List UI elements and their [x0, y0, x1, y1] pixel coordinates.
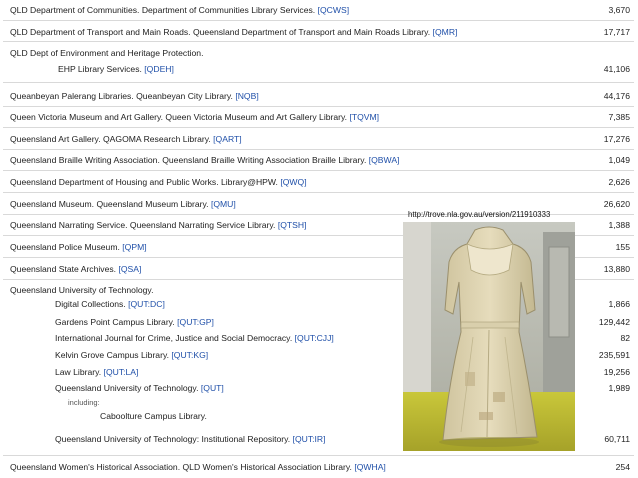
qut-item: International Journal for Crime, Justice…	[55, 333, 334, 343]
table-row: QLD Department of Transport and Main Roa…	[3, 21, 634, 42]
library-code-link[interactable]: [QPM]	[122, 242, 146, 252]
record-count: 26,620	[603, 199, 630, 209]
library-code-link[interactable]: [QBWA]	[369, 155, 400, 165]
library-name: QLD Department of Transport and Main Roa…	[10, 27, 458, 37]
qut-item: Queensland University of Technology: Ins…	[55, 434, 326, 444]
qut-item: Gardens Point Campus Library. [QUT:GP]	[55, 317, 214, 327]
library-code-link[interactable]: [QWHA]	[354, 462, 386, 472]
library-code-link[interactable]: [QART]	[213, 134, 242, 144]
library-name: Queen Victoria Museum and Art Gallery. Q…	[10, 112, 380, 122]
record-count: 13,880	[603, 264, 630, 274]
dress-photo	[403, 222, 575, 451]
record-count: 3,670	[608, 5, 630, 15]
library-code-link[interactable]: [TQVM]	[349, 112, 379, 122]
library-code-link[interactable]: [QUT:CJJ]	[295, 333, 334, 343]
library-name: Queensland Braille Writing Association. …	[10, 155, 400, 165]
record-count: 129,442	[598, 317, 630, 327]
library-code-link[interactable]: [QTSH]	[278, 220, 307, 230]
record-count: 1,049	[608, 155, 630, 165]
photo-url: http://trove.nla.gov.au/version/21191033…	[408, 210, 551, 219]
record-count: 44,176	[603, 91, 630, 101]
including-item: Caboolture Campus Library.	[100, 411, 207, 421]
library-code-link[interactable]: [QUT:LA]	[104, 367, 139, 377]
including-label: including:	[68, 398, 100, 407]
qut-item: Queensland University of Technology. [QU…	[55, 383, 224, 393]
library-name: Queensland University of Technology.	[10, 285, 154, 295]
record-count: 7,385	[608, 112, 630, 122]
library-code-link[interactable]: [QCWS]	[318, 5, 350, 15]
record-count: 41,106	[603, 64, 630, 74]
record-count: 235,591	[598, 350, 630, 360]
record-count: 254	[615, 462, 630, 472]
record-count: 2,626	[608, 177, 630, 187]
library-code-link[interactable]: [QUT:GP]	[177, 317, 214, 327]
table-row: Queensland Women's Historical Associatio…	[3, 456, 634, 477]
table-row: Queanbeyan Palerang Libraries. Queanbeya…	[3, 83, 634, 107]
library-code-link[interactable]: [QUT:IR]	[293, 434, 326, 444]
library-name: Queensland Art Gallery. QAGOMA Research …	[10, 134, 242, 144]
table-row: QLD Dept of Environment and Heritage Pro…	[3, 42, 634, 83]
record-count: 17,276	[603, 134, 630, 144]
library-code-link[interactable]: [QUT:DC]	[128, 299, 165, 309]
library-code-link[interactable]: [NQB]	[235, 91, 258, 101]
table-row: Queen Victoria Museum and Art Gallery. Q…	[3, 107, 634, 128]
library-name: Queanbeyan Palerang Libraries. Queanbeya…	[10, 91, 259, 101]
table-row: Queensland Department of Housing and Pub…	[3, 171, 634, 193]
library-code-link[interactable]: [QDEH]	[144, 64, 174, 74]
table-row: QLD Department of Communities. Departmen…	[3, 0, 634, 21]
record-count: 82	[620, 333, 630, 343]
library-name: Queensland State Archives. [QSA]	[10, 264, 142, 274]
library-name: QLD Department of Communities. Departmen…	[10, 5, 350, 15]
library-code-link[interactable]: [QMR]	[433, 27, 458, 37]
record-count: 17,717	[603, 27, 630, 37]
table-row: Queensland Art Gallery. QAGOMA Research …	[3, 128, 634, 150]
library-code-link[interactable]: [QSA]	[118, 264, 141, 274]
library-name: QLD Dept of Environment and Heritage Pro…	[10, 48, 204, 58]
record-count: 1,866	[608, 299, 630, 309]
library-name: Queensland Police Museum. [QPM]	[10, 242, 147, 252]
library-name: Queensland Museum. Queensland Museum Lib…	[10, 199, 236, 209]
record-count: 60,711	[604, 434, 630, 444]
record-count: 155	[615, 242, 630, 252]
library-name: Queensland Department of Housing and Pub…	[10, 177, 307, 187]
library-subname: EHP Library Services. [QDEH]	[58, 64, 174, 74]
library-code-link[interactable]: [QWQ]	[280, 177, 306, 187]
record-count: 1,388	[608, 220, 630, 230]
record-count: 1,989	[608, 383, 630, 393]
library-code-link[interactable]: [QMU]	[211, 199, 236, 209]
library-name: Queensland Narrating Service. Queensland…	[10, 220, 307, 230]
library-name: Queensland Women's Historical Associatio…	[10, 462, 386, 472]
library-code-link[interactable]: [QUT:KG]	[171, 350, 208, 360]
table-row: Queensland Braille Writing Association. …	[3, 150, 634, 171]
qut-item: Law Library. [QUT:LA]	[55, 367, 139, 377]
qut-item: Kelvin Grove Campus Library. [QUT:KG]	[55, 350, 209, 360]
library-code-link[interactable]: [QUT]	[201, 383, 224, 393]
record-count: 19,256	[603, 367, 630, 377]
qut-item: Digital Collections. [QUT:DC]	[55, 299, 165, 309]
